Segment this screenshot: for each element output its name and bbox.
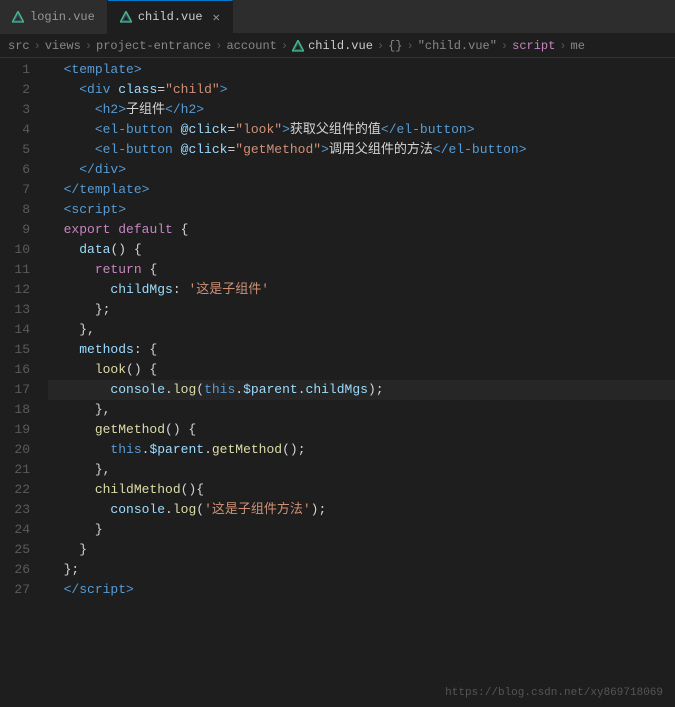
code-line-22: childMethod(){ (48, 480, 675, 500)
tab-child-close[interactable]: ✕ (213, 10, 220, 25)
code-line-13: }; (48, 300, 675, 320)
code-line-1: <template> (48, 60, 675, 80)
code-line-21: }, (48, 460, 675, 480)
crumb-src: src (8, 39, 30, 53)
code-line-5: <el-button @click="getMethod">调用父组件的方法</… (48, 140, 675, 160)
breadcrumb: src › views › project-entrance › account… (0, 34, 675, 58)
sep6: › (407, 39, 414, 53)
crumb-script: script (512, 39, 555, 53)
code-line-10: data() { (48, 240, 675, 260)
code-line-11: return { (48, 260, 675, 280)
code-line-24: } (48, 520, 675, 540)
sep3: › (215, 39, 222, 53)
sep2: › (85, 39, 92, 53)
tab-child[interactable]: child.vue ✕ (108, 0, 233, 34)
code-line-19: getMethod() { (48, 420, 675, 440)
code-line-4: <el-button @click="look">获取父组件的值</el-but… (48, 120, 675, 140)
code-line-15: methods: { (48, 340, 675, 360)
code-line-26: }; (48, 560, 675, 580)
sep7: › (501, 39, 508, 53)
sep4: › (281, 39, 288, 53)
code-line-7: </template> (48, 180, 675, 200)
code-line-14: }, (48, 320, 675, 340)
crumb-account: account (226, 39, 276, 53)
app-container: login.vue child.vue ✕ src › views › proj… (0, 0, 675, 707)
code-line-12: childMgs: '这是子组件' (48, 280, 675, 300)
crumb-views: views (45, 39, 81, 53)
code-area[interactable]: <template> <div class="child"> <h2>子组件</… (38, 58, 675, 707)
code-line-27: </script> (48, 580, 675, 600)
code-line-20: this.$parent.getMethod(); (48, 440, 675, 460)
tab-login[interactable]: login.vue (0, 0, 108, 34)
crumb-child-vue: child.vue (308, 39, 373, 53)
crumb-me: me (571, 39, 585, 53)
editor: 1234567891011121314151617181920212223242… (0, 58, 675, 707)
code-line-23: console.log('这是子组件方法'); (48, 500, 675, 520)
code-line-2: <div class="child"> (48, 80, 675, 100)
code-line-8: <script> (48, 200, 675, 220)
code-line-9: export default { (48, 220, 675, 240)
sep5: › (377, 39, 384, 53)
crumb-braces: {} (388, 39, 402, 53)
code-line-16: look() { (48, 360, 675, 380)
sep1: › (34, 39, 41, 53)
code-line-6: </div> (48, 160, 675, 180)
crumb-project-entrance: project-entrance (96, 39, 211, 53)
tab-child-label: child.vue (138, 10, 203, 24)
vue-icon-child (120, 11, 132, 23)
vue-icon-breadcrumb (292, 40, 304, 52)
crumb-child-vue-str: "child.vue" (418, 39, 497, 53)
code-line-17: console.log(this.$parent.childMgs); (48, 380, 675, 400)
tab-login-label: login.vue (30, 10, 95, 24)
code-line-18: }, (48, 400, 675, 420)
line-numbers: 1234567891011121314151617181920212223242… (0, 58, 38, 707)
code-line-3: <h2>子组件</h2> (48, 100, 675, 120)
sep8: › (559, 39, 566, 53)
code-line-25: } (48, 540, 675, 560)
vue-icon-login (12, 11, 24, 23)
tabs-bar: login.vue child.vue ✕ (0, 0, 675, 34)
